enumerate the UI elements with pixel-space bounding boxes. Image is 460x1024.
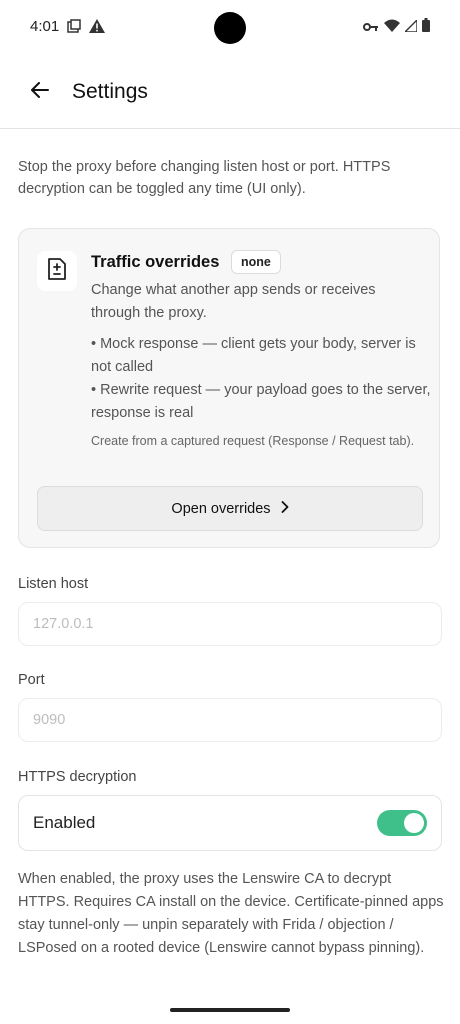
wifi-icon <box>384 19 400 37</box>
status-bar: 4:01 <box>0 0 460 56</box>
https-decryption-toggle[interactable] <box>377 810 427 836</box>
arrow-left-icon <box>31 81 49 103</box>
card-note: Create from a captured request (Response… <box>91 434 415 448</box>
card-bullets: • Mock response — client gets your body,… <box>91 333 431 425</box>
status-badge: none <box>231 250 281 274</box>
port-label: Port <box>18 672 45 688</box>
back-button[interactable] <box>26 78 54 106</box>
camera-cutout <box>214 12 246 44</box>
https-help-text: When enabled, the proxy uses the Lenswir… <box>18 871 444 956</box>
traffic-overrides-card: Traffic overrides none Change what anoth… <box>18 228 440 548</box>
vpn-key-icon <box>363 19 379 37</box>
https-decryption-row: Enabled <box>18 795 442 851</box>
card-description: Change what another app sends or receive… <box>91 282 376 321</box>
port-input[interactable] <box>18 698 442 742</box>
open-overrides-button[interactable]: Open overrides <box>37 486 423 531</box>
intro-text: Stop the proxy before changing listen ho… <box>18 159 391 197</box>
bullet-rewrite-request: • Rewrite request — your payload goes to… <box>91 382 431 421</box>
status-left-icons <box>67 19 105 38</box>
app-bar: Settings <box>0 56 460 129</box>
chevron-right-icon <box>281 500 289 518</box>
toggle-knob <box>404 813 424 833</box>
listen-host-label: Listen host <box>18 576 89 592</box>
bullet-mock-response: • Mock response — client gets your body,… <box>91 336 416 375</box>
warning-icon <box>89 19 105 38</box>
listen-host-input[interactable] <box>18 602 442 646</box>
open-overrides-label: Open overrides <box>171 500 271 517</box>
diff-document-icon <box>47 257 67 285</box>
status-time: 4:01 <box>30 18 60 35</box>
battery-icon <box>422 18 430 37</box>
status-right-icons <box>363 17 430 37</box>
https-decryption-label: HTTPS decryption <box>18 769 137 785</box>
screenshot-icon <box>67 19 81 38</box>
cell-signal-icon <box>403 17 418 37</box>
card-icon-container <box>37 251 77 291</box>
page-title: Settings <box>72 80 148 103</box>
home-indicator[interactable] <box>170 1008 290 1012</box>
toggle-label: Enabled <box>33 813 96 832</box>
card-title: Traffic overrides <box>91 253 220 271</box>
